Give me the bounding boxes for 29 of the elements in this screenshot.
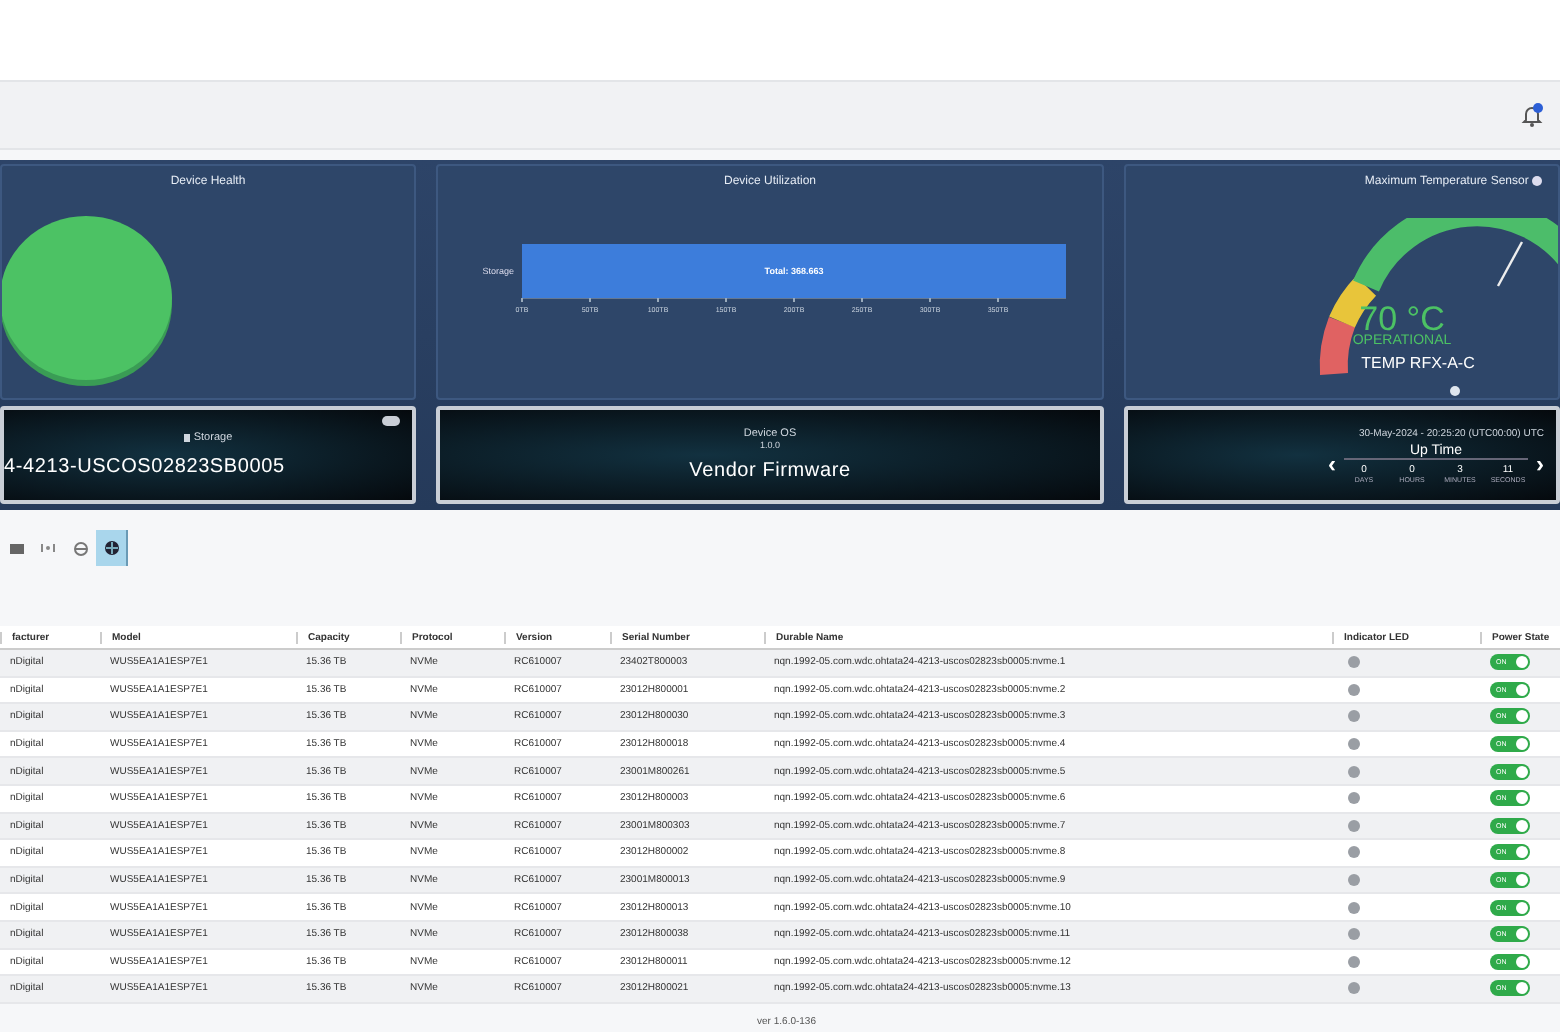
globe-icon bbox=[103, 540, 119, 556]
firmware-name: Vendor Firmware bbox=[689, 460, 851, 482]
indicator-led[interactable] bbox=[1348, 738, 1360, 751]
previous-button[interactable]: ‹ bbox=[1328, 449, 1336, 477]
disc-icon bbox=[73, 541, 87, 555]
indicator-led[interactable] bbox=[1348, 819, 1360, 832]
storage-icon bbox=[183, 434, 190, 442]
sensor-name: TEMP RFX-A-C bbox=[1359, 354, 1477, 372]
indicator-led[interactable] bbox=[1348, 982, 1360, 995]
next-button[interactable]: › bbox=[1536, 449, 1544, 477]
indicator-led[interactable] bbox=[1348, 955, 1360, 968]
indicator-led[interactable] bbox=[1348, 656, 1360, 669]
indicator-led[interactable] bbox=[1348, 928, 1360, 941]
toolbar-button[interactable] bbox=[96, 530, 128, 566]
carousel-dot-icon[interactable] bbox=[1450, 386, 1460, 396]
toggle-pill-icon bbox=[382, 416, 400, 426]
indicator-led[interactable] bbox=[1348, 901, 1360, 914]
drive-icon bbox=[9, 543, 23, 553]
signal-icon bbox=[40, 542, 56, 554]
indicator-led[interactable] bbox=[1348, 683, 1360, 696]
indicator-led[interactable] bbox=[1348, 792, 1360, 805]
indicator-led[interactable] bbox=[1348, 874, 1360, 887]
indicator-led[interactable] bbox=[1348, 765, 1360, 778]
indicator-led[interactable] bbox=[1348, 710, 1360, 723]
temperature-reading: 70 °C bbox=[1359, 302, 1445, 336]
device-name: 4-4213-USCOS02823SB0005 bbox=[4, 456, 285, 478]
notification-bell-icon[interactable] bbox=[1520, 102, 1544, 128]
help-icon[interactable] bbox=[1532, 176, 1542, 186]
indicator-led[interactable] bbox=[1348, 846, 1360, 859]
